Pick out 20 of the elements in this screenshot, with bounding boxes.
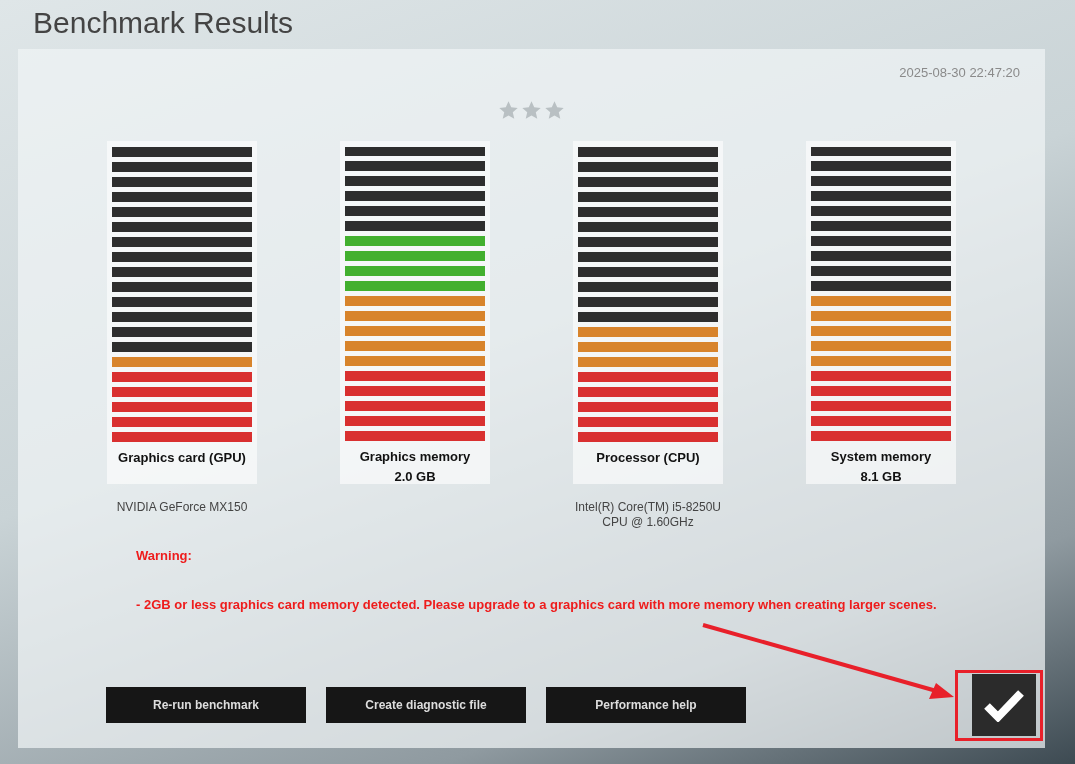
rerun-button[interactable]: Re-run benchmark: [106, 687, 306, 723]
star-icon: [498, 99, 519, 121]
component-label: Processor (CPU): [595, 449, 701, 465]
component-value: 8.1 GB: [859, 468, 903, 484]
help-button[interactable]: Performance help: [546, 687, 746, 723]
checkmark-icon: [984, 688, 1024, 722]
component-value: 2.0 GB: [393, 468, 437, 484]
warning-heading: Warning:: [135, 546, 193, 565]
page-title: Benchmark Results: [32, 5, 295, 41]
component-label: System memory: [829, 448, 933, 464]
star-icon: [544, 99, 565, 121]
confirm-button[interactable]: [972, 674, 1036, 736]
component-label: Graphics card (GPU): [117, 449, 247, 465]
component-label: Graphics memory: [358, 448, 472, 464]
star-icon: [521, 99, 542, 121]
timestamp: 2025-08-30 22:47:20: [898, 64, 1021, 82]
diagnostic-button[interactable]: Create diagnostic file: [326, 687, 526, 723]
component-detail: NVIDIA GeForce MX150: [116, 499, 248, 515]
warning-message: - 2GB or less graphics card memory detected. Please upgrade to a graphics card with more memory when creating larger scenes.: [135, 596, 938, 614]
component-detail: Intel(R) Core(TM) i5-8250U CPU @ 1.60GHz: [574, 499, 721, 530]
